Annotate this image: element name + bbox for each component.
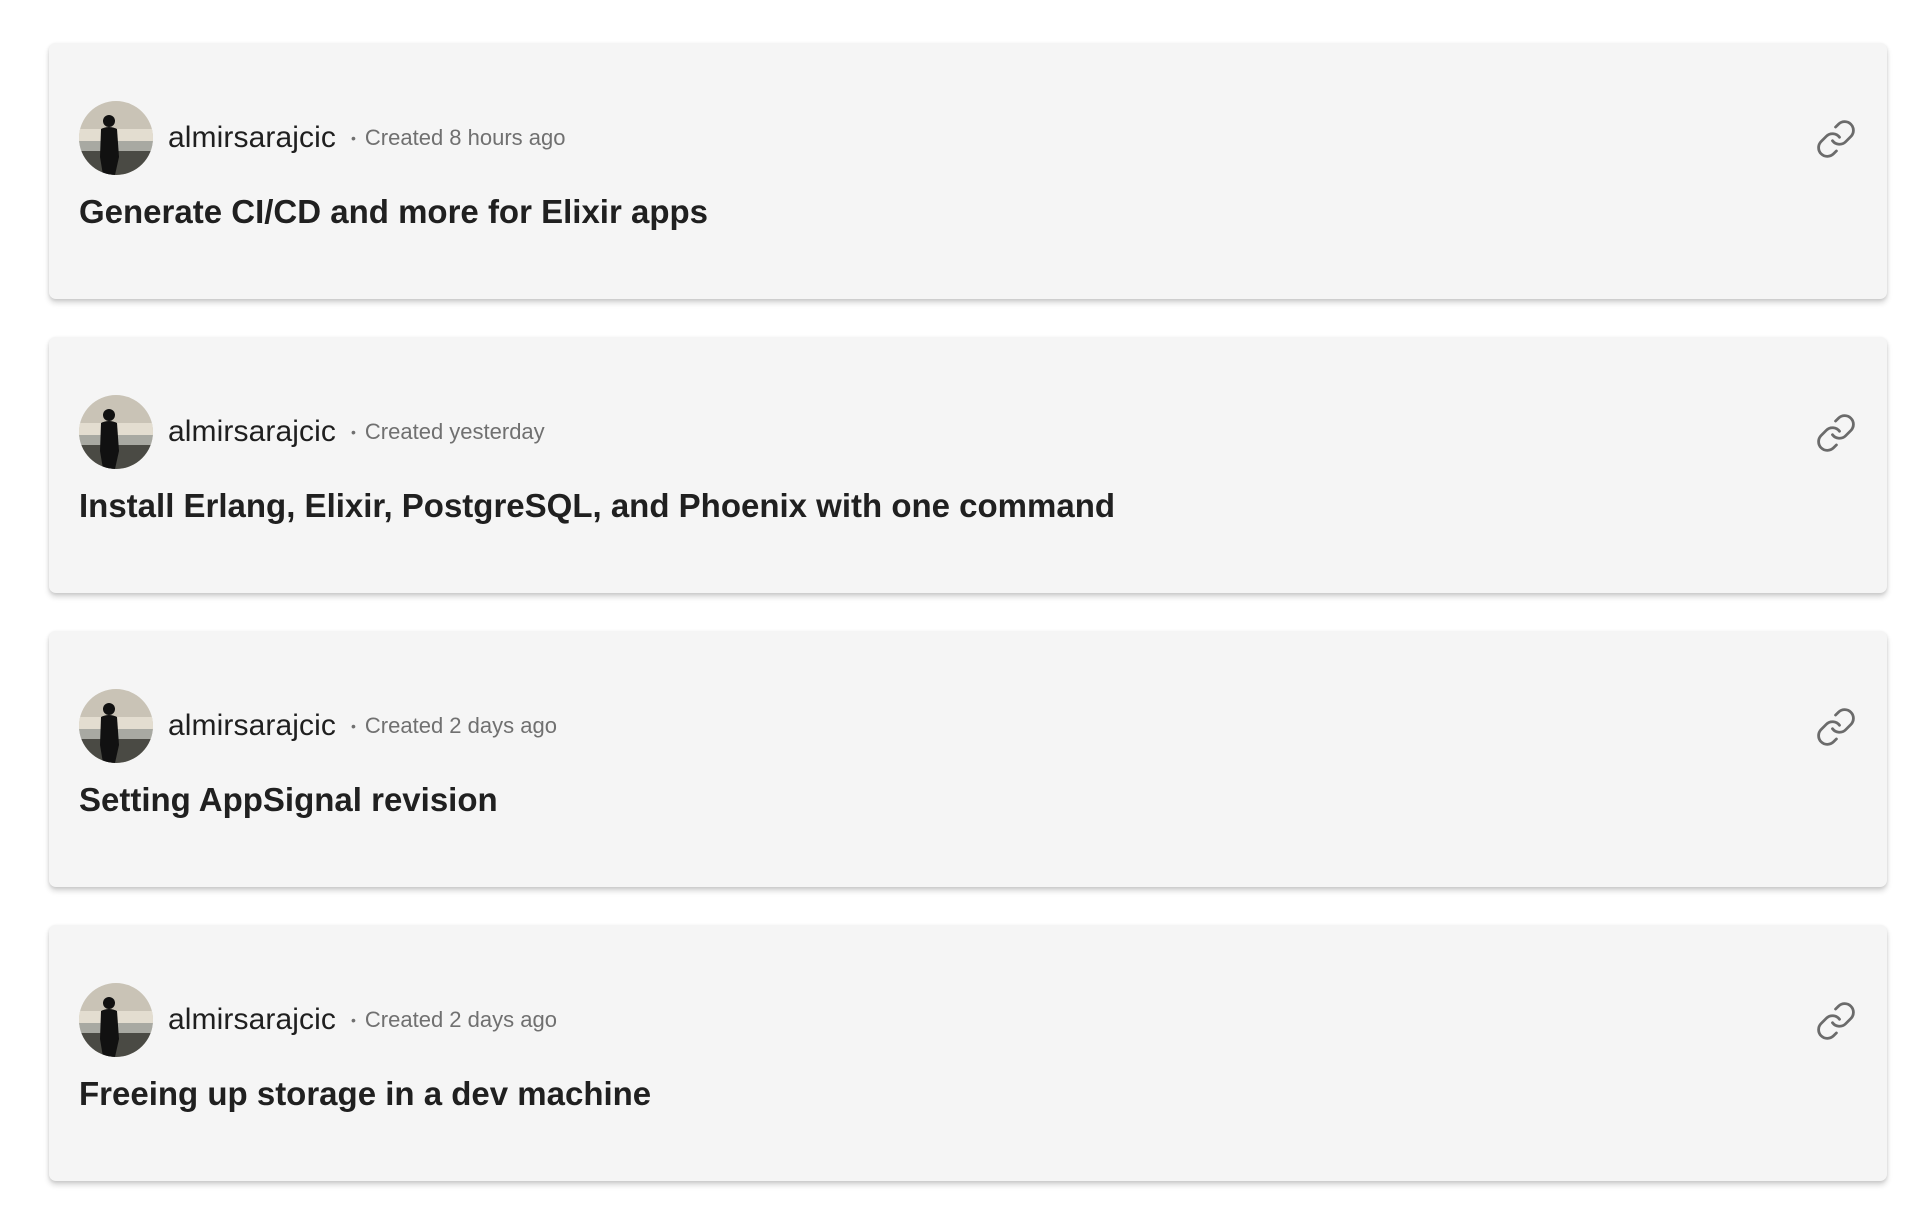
created-meta: • Created 2 days ago <box>351 1007 557 1033</box>
link-icon <box>1817 1002 1855 1040</box>
avatar-photo-icon <box>79 983 153 1057</box>
username[interactable]: almirsarajcic <box>168 121 336 155</box>
post-title[interactable]: Generate CI/CD and more for Elixir apps <box>79 193 708 231</box>
meta-separator: • <box>351 130 356 146</box>
link-icon <box>1817 120 1855 158</box>
post-card[interactable]: almirsarajcic • Created yesterday Instal… <box>49 337 1887 593</box>
post-card[interactable]: almirsarajcic • Created 2 days ago Setti… <box>49 631 1887 887</box>
avatar-photo-icon <box>79 689 153 763</box>
post-header: almirsarajcic • Created yesterday <box>79 395 545 469</box>
username[interactable]: almirsarajcic <box>168 415 336 449</box>
link-icon <box>1817 708 1855 746</box>
created-meta: • Created yesterday <box>351 419 545 445</box>
avatar[interactable] <box>79 101 153 175</box>
copy-link-button[interactable] <box>1815 706 1857 748</box>
avatar[interactable] <box>79 395 153 469</box>
meta-separator: • <box>351 1012 356 1028</box>
avatar[interactable] <box>79 689 153 763</box>
post-card[interactable]: almirsarajcic • Created 8 hours ago Gene… <box>49 43 1887 299</box>
post-header: almirsarajcic • Created 8 hours ago <box>79 101 565 175</box>
created-time: Created 2 days ago <box>364 1007 557 1032</box>
avatar-photo-icon <box>79 101 153 175</box>
avatar-photo-icon <box>79 395 153 469</box>
created-meta: • Created 8 hours ago <box>351 125 565 151</box>
link-icon <box>1817 414 1855 452</box>
post-title[interactable]: Install Erlang, Elixir, PostgreSQL, and … <box>79 487 1115 525</box>
post-header: almirsarajcic • Created 2 days ago <box>79 689 557 763</box>
copy-link-button[interactable] <box>1815 118 1857 160</box>
copy-link-button[interactable] <box>1815 1000 1857 1042</box>
post-card[interactable]: almirsarajcic • Created 2 days ago Freei… <box>49 925 1887 1181</box>
created-time: Created 8 hours ago <box>364 125 566 150</box>
meta-separator: • <box>351 718 356 734</box>
username[interactable]: almirsarajcic <box>168 709 336 743</box>
post-feed: almirsarajcic • Created 8 hours ago Gene… <box>49 43 1887 1219</box>
post-title[interactable]: Freeing up storage in a dev machine <box>79 1075 651 1113</box>
created-time: Created yesterday <box>364 419 545 444</box>
copy-link-button[interactable] <box>1815 412 1857 454</box>
created-time: Created 2 days ago <box>364 713 557 738</box>
created-meta: • Created 2 days ago <box>351 713 557 739</box>
meta-separator: • <box>351 424 356 440</box>
post-title[interactable]: Setting AppSignal revision <box>79 781 498 819</box>
post-header: almirsarajcic • Created 2 days ago <box>79 983 557 1057</box>
username[interactable]: almirsarajcic <box>168 1003 336 1037</box>
avatar[interactable] <box>79 983 153 1057</box>
